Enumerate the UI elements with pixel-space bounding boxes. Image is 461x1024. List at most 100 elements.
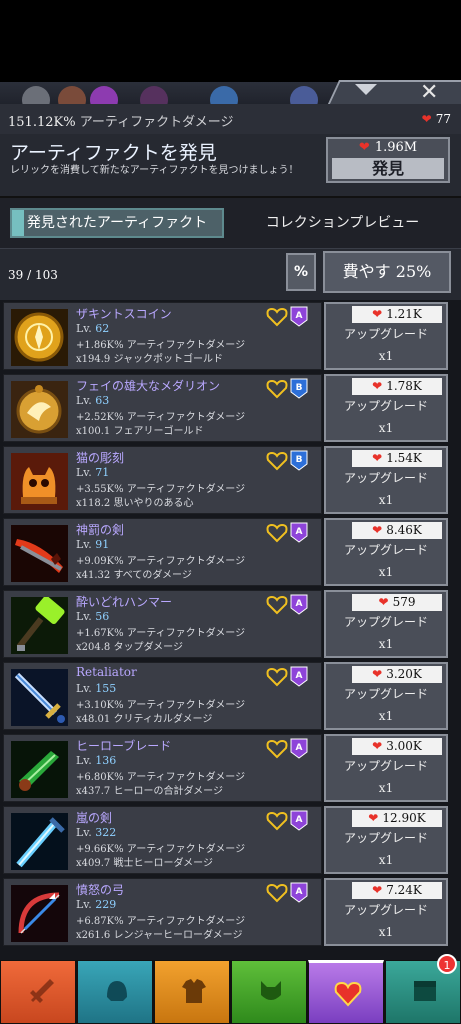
discover-button-label: 発見 <box>332 158 444 179</box>
upgrade-button[interactable]: ❤ 579 アップグレード x1 <box>324 590 448 658</box>
artifact-card[interactable]: フェイの雄大なメダリオン Lv. 63 +2.52K% アーティファクトダメージ x1… <box>3 374 322 442</box>
artifact-row[interactable]: フェイの雄大なメダリオン Lv. 63 +2.52K% アーティファクトダメージ x1… <box>0 374 461 442</box>
medallion-icon <box>11 381 68 438</box>
upgrade-multiplier: x1 <box>378 709 394 723</box>
artifact-effect-bonus: x204.8 タップダメージ <box>76 642 183 653</box>
tier-badge-icon: B <box>290 378 308 399</box>
favorite-heart-icon[interactable] <box>266 379 288 399</box>
upgrade-multiplier: x1 <box>378 925 394 939</box>
upgrade-button[interactable]: ❤ 12.90K アップグレード x1 <box>324 806 448 874</box>
blue-sword-icon <box>11 669 68 726</box>
artifact-card[interactable]: ヒーローブレード Lv. 136 +6.80K% アーティファクトダメージ x437.… <box>3 734 322 802</box>
upgrade-cost-value: 1.78K <box>386 379 422 393</box>
collapse-arrow-icon[interactable] <box>355 84 377 95</box>
upgrade-cost-value: 8.46K <box>386 523 422 537</box>
upgrade-cost: ❤ 12.90K <box>352 810 442 827</box>
artifact-damage-bonus: +6.80K% アーティファクトダメージ <box>76 772 246 783</box>
flame-sword-icon <box>11 525 68 582</box>
artifact-card[interactable]: 酔いどれハンマー Lv. 56 +1.67K% アーティファクトダメージ x204.8… <box>3 590 322 658</box>
artifact-level-value: 229 <box>95 898 117 911</box>
artifact-card[interactable]: Retaliator Lv. 155 +3.10K% アーティファクトダメージ x48… <box>3 662 322 730</box>
close-icon[interactable]: ✕ <box>420 80 438 105</box>
upgrade-button[interactable]: ❤ 1.21K アップグレード x1 <box>324 302 448 370</box>
artifact-level-value: 322 <box>95 826 117 839</box>
tab-found-label: 発見されたアーティファクト <box>26 215 208 231</box>
tab-found-artifacts[interactable]: 発見されたアーティファクト <box>10 208 224 238</box>
bow-icon <box>11 885 68 942</box>
artifact-row[interactable]: 憤怒の弓 Lv. 229 +6.87K% アーティファクトダメージ x261.6 レン… <box>0 878 461 946</box>
nav-tab-sword[interactable] <box>0 960 76 1024</box>
orb-icon <box>90 86 118 104</box>
upgrade-cost: ❤ 1.54K <box>352 450 442 467</box>
artifact-effect-bonus: x48.01 クリティカルダメージ <box>76 714 213 725</box>
artifact-thumbnail <box>11 885 68 942</box>
upgrade-multiplier: x1 <box>378 493 394 507</box>
nav-tab-pets[interactable] <box>231 960 307 1024</box>
favorite-heart-icon[interactable] <box>266 307 288 327</box>
artifact-list[interactable]: ザキントスコイン Lv. 62 +1.86K% アーティファクトダメージ x194.9… <box>0 300 461 960</box>
artifact-damage-bonus: +9.09K% アーティファクトダメージ <box>76 556 246 567</box>
coin-icon <box>11 309 68 366</box>
artifact-name: Retaliator <box>76 665 137 679</box>
tier-letter: A <box>296 527 303 537</box>
hammer-icon <box>11 597 68 654</box>
gear-icon <box>22 86 50 104</box>
percent-toggle-button[interactable]: % <box>286 253 316 291</box>
artifact-thumbnail <box>11 669 68 726</box>
artifact-card[interactable]: 神罰の剣 Lv. 91 +9.09K% アーティファクトダメージ x41.32 すべて… <box>3 518 322 586</box>
compass-icon <box>210 86 238 104</box>
favorite-heart-icon[interactable] <box>266 523 288 543</box>
favorite-heart-icon[interactable] <box>266 595 288 615</box>
upgrade-button[interactable]: ❤ 1.78K アップグレード x1 <box>324 374 448 442</box>
artifact-row[interactable]: Retaliator Lv. 155 +3.10K% アーティファクトダメージ x48… <box>0 662 461 730</box>
nav-tab-equipment[interactable] <box>154 960 230 1024</box>
upgrade-cost-value: 3.20K <box>386 667 422 681</box>
panel-tab-control <box>327 80 461 106</box>
discover-button[interactable]: ❤ 1.96M 発見 <box>326 137 450 183</box>
favorite-heart-icon[interactable] <box>266 667 288 687</box>
tier-badge-icon: A <box>290 306 308 327</box>
relic-icon: ❤ <box>372 667 383 681</box>
favorite-heart-icon[interactable] <box>266 451 288 471</box>
artifact-row[interactable]: ヒーローブレード Lv. 136 +6.80K% アーティファクトダメージ x437.… <box>0 734 461 802</box>
artifact-level-label: Lv. <box>76 898 92 911</box>
artifact-row[interactable]: 猫の彫刻 Lv. 71 +3.55K% アーティファクトダメージ x118.2 思いや… <box>0 446 461 514</box>
artifact-row[interactable]: 神罰の剣 Lv. 91 +9.09K% アーティファクトダメージ x41.32 すべて… <box>0 518 461 586</box>
favorite-heart-icon[interactable] <box>266 883 288 903</box>
artifact-name: ザキントスコイン <box>76 307 172 321</box>
spend-button[interactable]: 費やす 25% <box>323 251 451 293</box>
upgrade-cost: ❤ 7.24K <box>352 882 442 899</box>
skill-icon <box>290 86 318 104</box>
artifact-row[interactable]: ザキントスコイン Lv. 62 +1.86K% アーティファクトダメージ x194.9… <box>0 302 461 370</box>
upgrade-button[interactable]: ❤ 3.00K アップグレード x1 <box>324 734 448 802</box>
artifact-effect-bonus: x118.2 思いやりのある心 <box>76 498 194 509</box>
upgrade-button[interactable]: ❤ 7.24K アップグレード x1 <box>324 878 448 946</box>
artifact-card[interactable]: 猫の彫刻 Lv. 71 +3.55K% アーティファクトダメージ x118.2 思いや… <box>3 446 322 514</box>
tier-letter: A <box>296 887 303 897</box>
favorite-heart-icon[interactable] <box>266 739 288 759</box>
upgrade-label: アップグレード <box>343 615 428 629</box>
upgrade-button[interactable]: ❤ 1.54K アップグレード x1 <box>324 446 448 514</box>
artifact-damage-bonus: +1.67K% アーティファクトダメージ <box>76 628 246 639</box>
artifact-row[interactable]: 嵐の剣 Lv. 322 +9.66K% アーティファクトダメージ x409.7 戦士ヒ… <box>0 806 461 874</box>
artifact-row[interactable]: 酔いどれハンマー Lv. 56 +1.67K% アーティファクトダメージ x204.8… <box>0 590 461 658</box>
upgrade-label: アップグレード <box>343 327 428 341</box>
upgrade-button[interactable]: ❤ 8.46K アップグレード x1 <box>324 518 448 586</box>
tab-collection-preview[interactable]: コレクションプレビュー <box>240 212 445 232</box>
nav-tab-artifacts[interactable] <box>308 960 384 1024</box>
artifact-card[interactable]: 憤怒の弓 Lv. 229 +6.87K% アーティファクトダメージ x261.6 レン… <box>3 878 322 946</box>
nav-tab-heroes[interactable] <box>77 960 153 1024</box>
tier-letter: B <box>296 455 303 465</box>
discover-title: アーティファクトを発見 <box>10 142 217 164</box>
damage-label: アーティファクトダメージ <box>79 115 234 130</box>
artifact-card[interactable]: ザキントスコイン Lv. 62 +1.86K% アーティファクトダメージ x194.9… <box>3 302 322 370</box>
favorite-heart-icon[interactable] <box>266 811 288 831</box>
spend-label: 費やす 25% <box>342 262 432 281</box>
upgrade-button[interactable]: ❤ 3.20K アップグレード x1 <box>324 662 448 730</box>
tier-letter: A <box>296 599 303 609</box>
artifact-card[interactable]: 嵐の剣 Lv. 322 +9.66K% アーティファクトダメージ x409.7 戦士ヒ… <box>3 806 322 874</box>
artifact-thumbnail <box>11 597 68 654</box>
artifact-thumbnail <box>11 813 68 870</box>
relic-icon: ❤ <box>372 451 383 465</box>
pet-icon <box>261 981 281 1000</box>
